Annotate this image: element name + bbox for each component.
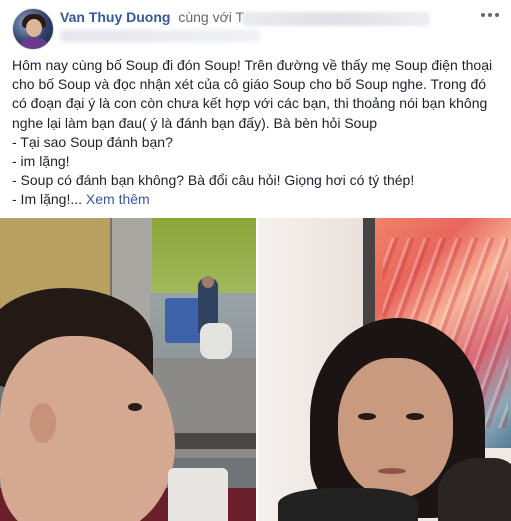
post-photo-child[interactable]: [0, 218, 256, 521]
post-line: - Soup có đánh bạn không? Bà đổi câu hỏi…: [12, 172, 415, 189]
post-body: Hôm nay cùng bố Soup đi đón Soup! Trên đ…: [12, 56, 502, 210]
author-name-link[interactable]: Van Thuy Duong: [60, 9, 170, 25]
redacted-post-meta: [60, 30, 260, 42]
post-line-truncated: - Im lặng!...: [12, 191, 83, 208]
see-more-link[interactable]: Xem thêm: [86, 191, 150, 207]
more-options-icon[interactable]: [481, 10, 499, 20]
redacted-tagged-names: [242, 12, 430, 26]
post-last-line: - Im lặng!... Xem thêm: [12, 190, 502, 209]
tagged-with-text: cùng với T: [178, 9, 245, 25]
post-author-line: Van Thuy Duong cùng với T: [60, 9, 244, 25]
post-photo-woman[interactable]: [258, 218, 511, 521]
post-line: - im lặng!: [12, 153, 70, 170]
author-avatar[interactable]: [12, 8, 54, 50]
post-line: cho bố Soup và đọc nhận xét của cô giáo …: [12, 76, 487, 93]
post-line: Hôm nay cùng bố Soup đi đón Soup! Trên đ…: [12, 57, 493, 73]
post-line: nghe lại làm bạn đau( ý là đánh bạn đấy)…: [12, 114, 378, 131]
post-line: - Tại sao Soup đánh bạn?: [12, 133, 173, 150]
facebook-post: Van Thuy Duong cùng với T Hôm nay cùng b…: [0, 0, 511, 521]
post-line: có đoạn đại ý là con còn chưa kết hợp vớ…: [12, 95, 488, 112]
